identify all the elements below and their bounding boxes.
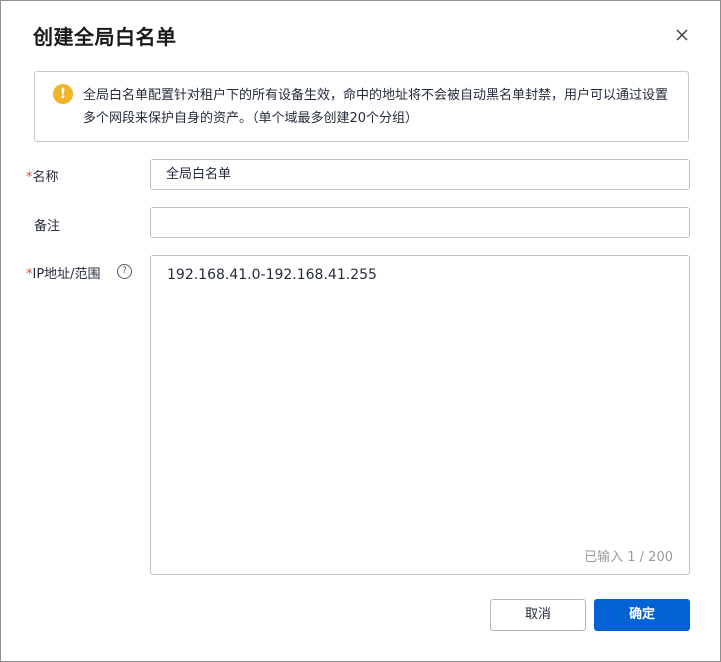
remark-input[interactable] bbox=[150, 207, 690, 238]
alert-text: 全局白名单配置针对租户下的所有设备生效，命中的地址将不会被自动黑名单封禁，用户可… bbox=[83, 88, 669, 126]
warning-icon: ! bbox=[53, 84, 73, 104]
help-icon[interactable]: ? bbox=[117, 264, 132, 279]
ip-range-textarea[interactable]: 192.168.41.0-192.168.41.255 已输入 1 / 200 bbox=[150, 255, 690, 575]
name-input[interactable]: 全局白名单 bbox=[150, 159, 690, 190]
info-alert: ! 全局白名单配置针对租户下的所有设备生效，命中的地址将不会被自动黑名单封禁，用… bbox=[34, 71, 689, 142]
char-counter: 已输入 1 / 200 bbox=[584, 550, 673, 565]
remark-label: 备注 bbox=[34, 219, 61, 234]
name-label-text: 名称 bbox=[32, 170, 59, 185]
create-whitelist-dialog: 创建全局白名单 ! 全局白名单配置针对租户下的所有设备生效，命中的地址将不会被自… bbox=[0, 0, 721, 662]
confirm-button[interactable]: 确定 bbox=[594, 599, 690, 631]
ip-label: *IP地址/范围 bbox=[26, 263, 101, 282]
close-icon[interactable] bbox=[670, 23, 694, 47]
cancel-button[interactable]: 取消 bbox=[490, 599, 586, 631]
ip-label-text: IP地址/范围 bbox=[32, 267, 101, 282]
ip-range-value: 192.168.41.0-192.168.41.255 bbox=[167, 267, 377, 283]
dialog-title: 创建全局白名单 bbox=[33, 25, 177, 49]
name-label: *名称 bbox=[26, 166, 59, 185]
